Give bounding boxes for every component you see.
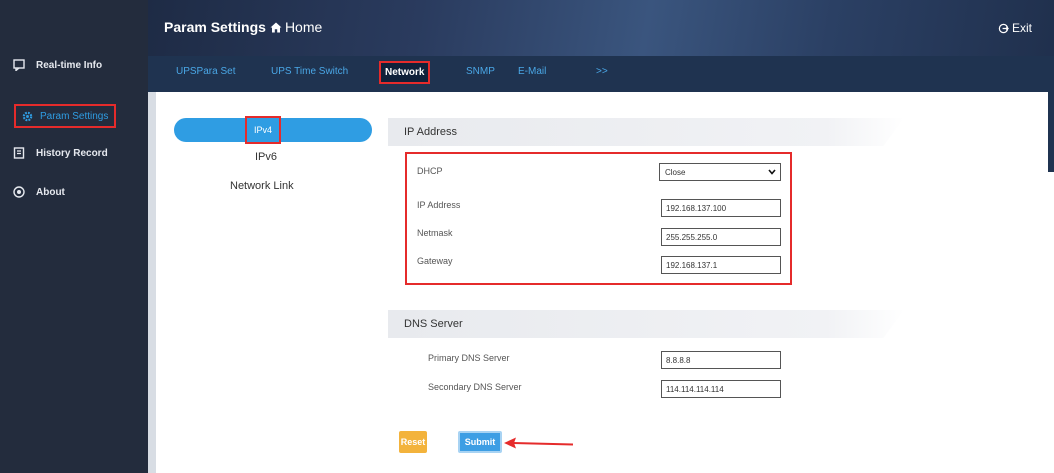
tab-upspara-set[interactable]: UPSPara Set	[176, 66, 235, 77]
home-icon	[270, 22, 282, 32]
sidebar-item-label: History Record	[36, 147, 108, 159]
home-link[interactable]: Home	[270, 19, 322, 35]
subnav-item-network-link[interactable]: Network Link	[230, 180, 294, 192]
exit-icon	[998, 23, 1009, 33]
top-header: Param Settings Home Exit	[148, 0, 1054, 56]
page-title-text: Param Settings	[164, 19, 266, 35]
netmask-input[interactable]: 255.255.255.0	[661, 228, 781, 246]
gear-icon	[20, 109, 34, 123]
sidebar-item-about[interactable]: About	[12, 180, 65, 204]
app-root: Real-time Info Param Settings History Re…	[0, 0, 1054, 473]
sidebar-item-realtime-info[interactable]: Real-time Info	[12, 53, 102, 77]
subnav-item-ipv4[interactable]: IPv4	[245, 116, 281, 144]
tab-ups-time-switch[interactable]: UPS Time Switch	[271, 66, 348, 77]
tab-snmp[interactable]: SNMP	[466, 66, 495, 77]
chevron-down-icon	[768, 169, 776, 175]
page-title: Param Settings Home	[164, 19, 322, 35]
chat-icon	[12, 58, 26, 72]
tab-email[interactable]: E-Mail	[518, 66, 546, 77]
sidebar-item-history-record[interactable]: History Record	[12, 141, 108, 165]
secondary-dns-input[interactable]: 114.114.114.114	[661, 380, 781, 398]
dhcp-select[interactable]: Close	[659, 163, 781, 181]
dns-server-heading: DNS Server	[388, 310, 904, 338]
exit-button[interactable]: Exit	[998, 21, 1032, 35]
subnav-item-ipv6[interactable]: IPv6	[255, 151, 277, 163]
sidebar-item-label: About	[36, 186, 65, 198]
info-icon	[12, 185, 26, 199]
sidebar-item-param-settings[interactable]: Param Settings	[14, 104, 117, 128]
gateway-input[interactable]: 192.168.137.1	[661, 256, 781, 274]
netmask-label: Netmask	[417, 228, 453, 238]
ip-address-heading: IP Address	[388, 118, 904, 146]
history-icon	[12, 146, 26, 160]
gateway-label: Gateway	[417, 256, 453, 266]
tab-network[interactable]: Network	[379, 61, 431, 84]
sidebar-item-label: Param Settings	[40, 110, 109, 122]
secondary-dns-label: Secondary DNS Server	[428, 382, 522, 392]
ip-address-input[interactable]: 192.168.137.100	[661, 199, 781, 217]
content-left-edge	[148, 92, 156, 473]
reset-button[interactable]: Reset	[399, 431, 427, 453]
ip-address-label: IP Address	[417, 200, 461, 210]
primary-dns-label: Primary DNS Server	[428, 353, 510, 363]
dhcp-label: DHCP	[417, 166, 443, 176]
tab-bar: UPSPara Set UPS Time Switch Network SNMP…	[148, 56, 1054, 92]
sidebar: Real-time Info Param Settings History Re…	[0, 0, 148, 473]
sidebar-item-label: Real-time Info	[36, 59, 103, 71]
primary-dns-input[interactable]: 8.8.8.8	[661, 351, 781, 369]
submit-button[interactable]: Submit	[458, 431, 502, 453]
tab-more[interactable]: >>	[596, 66, 608, 77]
pointer-arrow-icon	[504, 437, 574, 449]
content-right-edge	[1048, 92, 1054, 172]
